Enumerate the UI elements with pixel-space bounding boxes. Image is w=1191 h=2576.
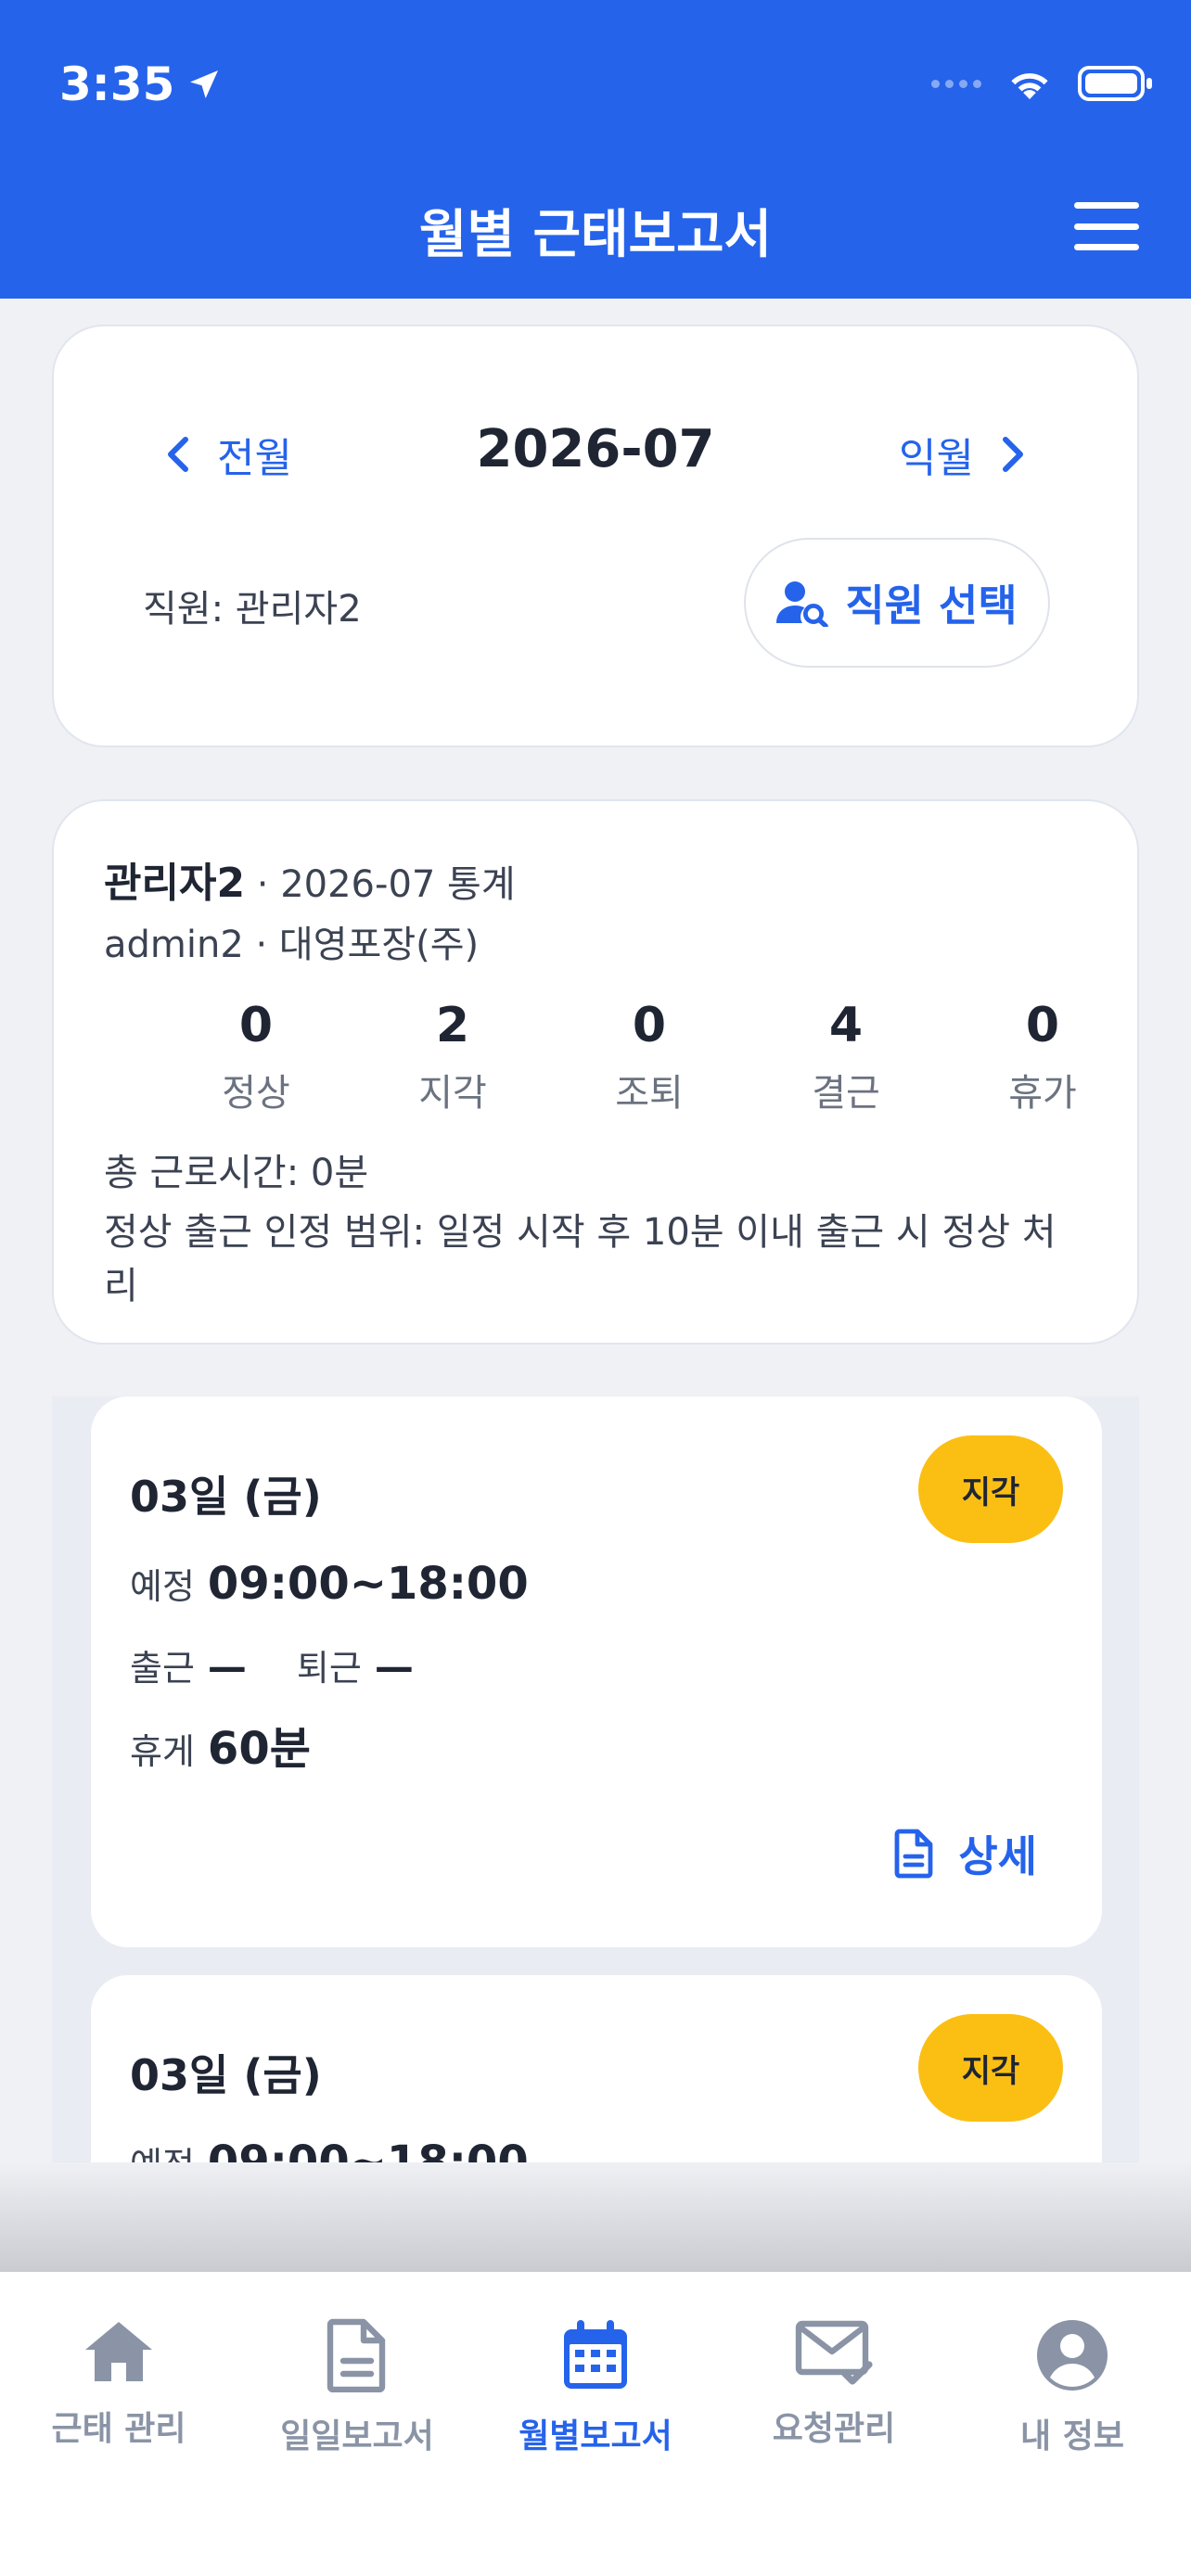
- user-search-icon: [776, 581, 829, 627]
- status-badge: 지각: [918, 2014, 1063, 2122]
- stat-normal: 0 정상: [222, 998, 290, 1115]
- mail-check-icon: [795, 2320, 873, 2385]
- calendar-icon: [564, 2320, 627, 2389]
- app-header: 3:35 월별 근태보고서: [0, 0, 1191, 299]
- record-detail-button[interactable]: 상세: [893, 1823, 1037, 1884]
- status-badge: 지각: [918, 1435, 1063, 1543]
- record-schedule: 예정 09:00~18:00: [130, 2136, 529, 2162]
- hamburger-menu-icon[interactable]: [1074, 202, 1139, 250]
- document-icon: [327, 2318, 386, 2392]
- stats-employee-name: 관리자2 · 2026-07 통계: [104, 860, 516, 907]
- select-employee-button[interactable]: 직원 선택: [744, 538, 1050, 668]
- attendance-policy-note: 정상 출근 인정 범위: 일정 시작 후 10분 이내 출근 시 정상 처리: [104, 1211, 1057, 1307]
- home-icon: [85, 2322, 152, 2381]
- daily-record-card[interactable]: 03일 (금) 지각 예정 09:00~18:00 출근 — 퇴근 — 휴게 6…: [91, 1396, 1102, 1947]
- status-bar-time: 3:35: [59, 57, 223, 111]
- stats-employee-info: admin2 · 대영포장(주): [104, 924, 480, 966]
- record-date: 03일 (금): [130, 2050, 322, 2100]
- stat-absent: 4 결근: [812, 998, 880, 1115]
- selected-employee-label: 직원: 관리자2: [143, 588, 362, 631]
- document-icon: [894, 1829, 933, 1879]
- stat-late: 2 지각: [418, 998, 487, 1115]
- tab-monthly-report[interactable]: 월별보고서: [477, 2318, 714, 2457]
- wifi-icon: [1011, 73, 1048, 99]
- tab-bar-shadow: [0, 2161, 1191, 2272]
- cellular-signal-icon: [931, 79, 981, 88]
- daily-records-list[interactable]: 03일 (금) 지각 예정 09:00~18:00 출근 — 퇴근 — 휴게 6…: [52, 1396, 1139, 2162]
- record-schedule: 예정 09:00~18:00: [130, 1558, 529, 1610]
- monthly-stats-card: 관리자2 · 2026-07 통계 admin2 · 대영포장(주) 0 정상 2…: [52, 799, 1139, 1345]
- record-date: 03일 (금): [130, 1472, 322, 1522]
- month-navigation-card: 전월 2026-07 익월 직원: 관리자2 직원 선택: [52, 325, 1139, 747]
- location-arrow-icon: [190, 70, 219, 98]
- battery-icon: [1078, 66, 1152, 101]
- record-break: 휴게 60분: [130, 1723, 311, 1775]
- tab-attendance[interactable]: 근태 관리: [0, 2318, 237, 2450]
- daily-record-card[interactable]: 03일 (금) 지각 예정 09:00~18:00: [91, 1975, 1102, 2162]
- chevron-right-icon: [1003, 437, 1023, 472]
- stat-early-leave: 0 조퇴: [615, 998, 684, 1115]
- stat-vacation: 0 휴가: [1008, 998, 1077, 1115]
- user-circle-icon: [1037, 2320, 1108, 2391]
- page-title: 월별 근태보고서: [418, 205, 773, 265]
- tab-requests[interactable]: 요청관리: [715, 2318, 953, 2450]
- next-month-button[interactable]: 익월: [899, 425, 1024, 484]
- tab-daily-report[interactable]: 일일보고서: [238, 2318, 476, 2457]
- bottom-tab-bar: 근태 관리 일일보고서 월별보고서 요청관리 내 정보: [0, 2272, 1191, 2576]
- total-work-hours: 총 근로시간: 0분: [104, 1152, 369, 1194]
- status-bar-icons: [931, 65, 1154, 102]
- record-clock-in-out: 출근 — 퇴근 —: [130, 1644, 414, 1690]
- tab-my-info[interactable]: 내 정보: [954, 2318, 1191, 2457]
